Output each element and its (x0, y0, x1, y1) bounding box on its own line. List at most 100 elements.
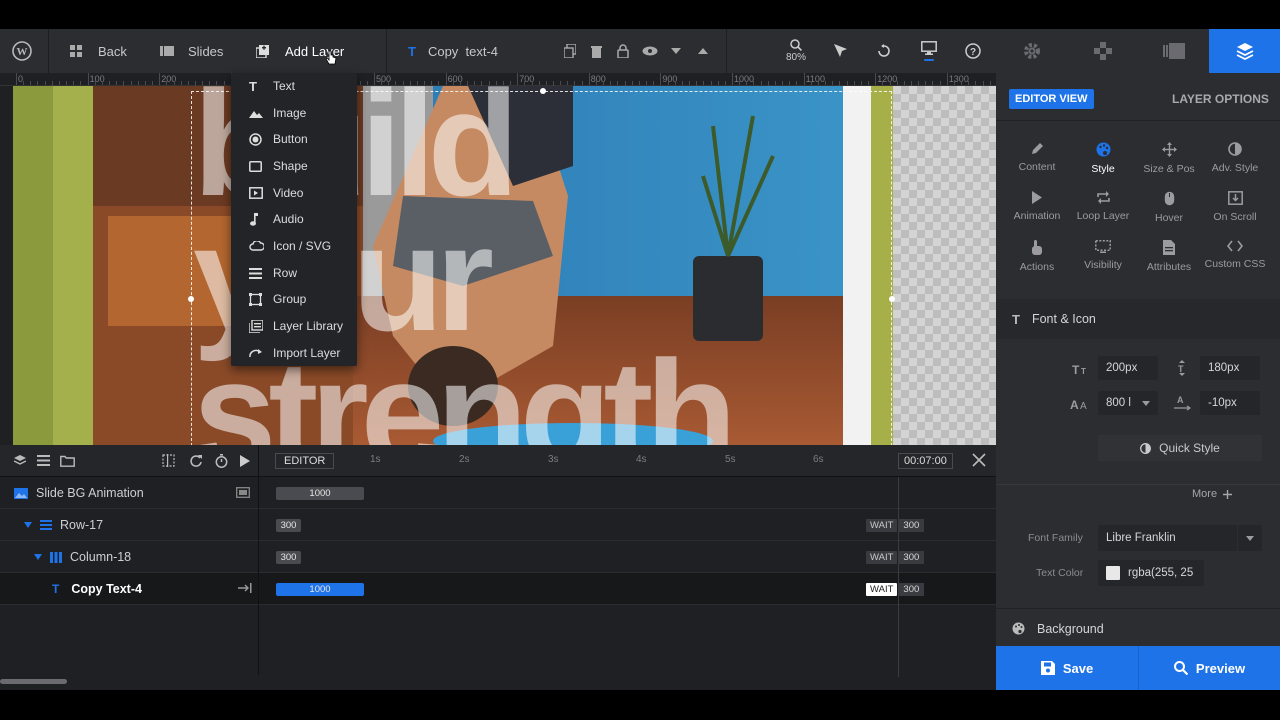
font-icon-section-header[interactable]: T Font & Icon (996, 299, 1280, 339)
timeline-row[interactable]: Row-17 300 WAIT 300 (0, 509, 996, 541)
duration-field[interactable]: 00:07:00 (898, 453, 953, 469)
font-size-field[interactable]: 200px (1098, 356, 1158, 380)
desktop-view-icon[interactable] (918, 29, 940, 73)
menu-item-audio[interactable]: Audio (231, 206, 357, 232)
menu-item-group[interactable]: Group (231, 286, 357, 312)
resize-handle-left[interactable] (188, 296, 194, 302)
timeline-row[interactable]: Column-18 300 WAIT 300 (0, 541, 996, 573)
text-color-field[interactable]: rgba(255, 25 (1098, 560, 1204, 586)
settings-tab[interactable] (996, 29, 1067, 73)
stopwatch-icon[interactable] (215, 454, 228, 468)
ruler-tick (187, 81, 189, 85)
list-icon[interactable] (37, 455, 50, 466)
navigation-tab[interactable] (1067, 29, 1138, 73)
menu-item-shape[interactable]: Shape (231, 153, 357, 179)
slides-label: Slides (188, 43, 224, 59)
quick-style-button[interactable]: Quick Style (1098, 435, 1262, 461)
horizontal-scrollbar[interactable] (0, 679, 67, 684)
menu-item-layer-library[interactable]: Layer Library (231, 313, 357, 339)
folder-icon[interactable] (60, 455, 75, 467)
caret-down-icon[interactable] (666, 29, 686, 73)
wait-marker[interactable]: WAIT 300 (866, 583, 925, 596)
timeline-row[interactable]: Slide BG Animation 1000 (0, 477, 996, 509)
line-height-field[interactable]: 180px (1200, 356, 1260, 380)
arrow-to-end-icon[interactable] (238, 583, 252, 593)
background-section-header[interactable]: Background (996, 608, 1280, 648)
ruler-tick (860, 81, 862, 85)
timeline-header: EDITOR 1s 2s 3s 4s 5s 6s 00:07:00 (0, 445, 996, 477)
menu-item-icon-svg[interactable]: Icon / SVG (231, 233, 357, 259)
option-animation[interactable]: Animation (1004, 191, 1070, 237)
menu-item-text[interactable]: T Text (231, 73, 357, 99)
letter-spacing-field[interactable]: -10px (1200, 391, 1260, 415)
slide-canvas[interactable]: build your strength (13, 86, 996, 445)
option-style[interactable]: Style (1070, 142, 1136, 188)
font-weight-select[interactable]: 800 l (1098, 391, 1158, 415)
menu-item-button[interactable]: Button (231, 126, 357, 152)
duplicate-icon[interactable] (560, 29, 580, 73)
caret-up-icon[interactable] (693, 29, 713, 73)
ruler-tick (889, 81, 891, 85)
preview-button[interactable]: Preview (1138, 646, 1280, 690)
timeline-bar[interactable]: 300 (276, 551, 301, 564)
cursor-icon[interactable] (830, 29, 850, 73)
option-size-pos[interactable]: Size & Pos (1136, 142, 1202, 188)
more-toggle[interactable]: More (1192, 488, 1233, 500)
ruler-tick (796, 81, 798, 85)
play-icon[interactable] (240, 455, 250, 467)
ruler-tick (603, 81, 605, 85)
option-on-scroll[interactable]: On Scroll (1202, 191, 1268, 237)
option-custom-css[interactable]: Custom CSS (1202, 240, 1268, 286)
menu-item-video[interactable]: Video (231, 180, 357, 206)
option-adv-style[interactable]: Adv. Style (1202, 142, 1268, 188)
zoom-control[interactable]: 80% (782, 29, 810, 73)
back-button[interactable]: Back (70, 29, 127, 73)
menu-item-image[interactable]: Image (231, 100, 357, 126)
option-loop-layer[interactable]: Loop Layer (1070, 191, 1136, 237)
save-button[interactable]: Save (996, 646, 1138, 690)
group-icon (249, 292, 263, 306)
eye-icon[interactable] (640, 29, 660, 73)
trash-icon[interactable] (586, 29, 606, 73)
undo-icon[interactable] (874, 29, 894, 73)
slides-button[interactable]: Slides (160, 29, 223, 73)
timeline-bar[interactable]: 300 (276, 519, 301, 532)
menu-item-row[interactable]: Row (231, 260, 357, 286)
wordpress-icon[interactable]: W (8, 29, 36, 73)
timeline-bar[interactable]: 1000 (276, 487, 364, 500)
resize-handle-top[interactable] (540, 88, 546, 94)
lock-icon[interactable] (613, 29, 633, 73)
help-icon[interactable]: ? (963, 29, 983, 73)
option-actions[interactable]: Actions (1004, 240, 1070, 286)
color-swatch[interactable] (1106, 566, 1120, 580)
layers-stack-icon[interactable] (14, 455, 26, 467)
slide-tab[interactable] (1138, 29, 1209, 73)
wait-marker[interactable]: WAIT 300 (866, 551, 925, 564)
ruler-tick (524, 81, 526, 85)
current-layer-name[interactable]: T Copy text-4 (408, 29, 498, 73)
option-attributes[interactable]: Attributes (1136, 240, 1202, 286)
resize-handle-right[interactable] (889, 296, 895, 302)
timeline-row-selected[interactable]: T Copy Text-4 1000 WAIT 300 (0, 573, 996, 605)
wait-marker[interactable]: WAIT 300 (866, 519, 925, 532)
close-icon[interactable] (972, 453, 986, 467)
option-content[interactable]: Content (1004, 142, 1070, 188)
option-hover[interactable]: Hover (1136, 191, 1202, 237)
snap-icon[interactable] (162, 454, 175, 467)
file-icon (1163, 240, 1175, 255)
layers-tab[interactable] (1209, 29, 1280, 73)
folder-open-icon[interactable] (236, 487, 250, 498)
option-visibility[interactable]: Visibility (1070, 240, 1136, 286)
back-label: Back (98, 43, 127, 59)
time-mark: 5s (725, 454, 736, 465)
editor-tab[interactable]: EDITOR (275, 453, 335, 469)
ruler-tick (30, 81, 32, 85)
refresh-icon[interactable] (189, 454, 203, 467)
menu-item-import-layer[interactable]: Import Layer (231, 340, 357, 366)
font-weight-icon: AA (1070, 398, 1090, 410)
font-family-select[interactable]: Libre Franklin (1098, 525, 1262, 551)
ruler-tick (617, 81, 619, 85)
timeline-bar[interactable]: 1000 (276, 583, 364, 596)
editor-view-badge[interactable]: EDITOR VIEW (1009, 89, 1094, 109)
ruler-tick (474, 81, 476, 85)
